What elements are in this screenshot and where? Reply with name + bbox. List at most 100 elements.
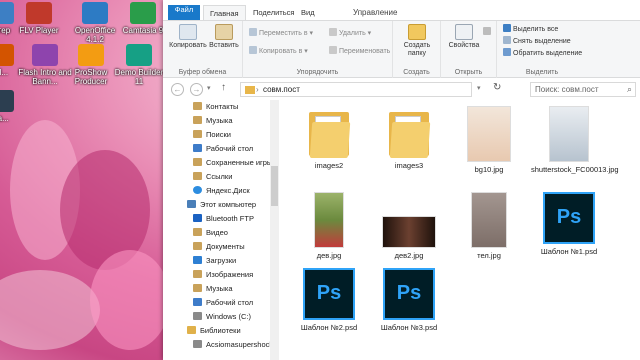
move-to-button[interactable]: Переместить в ▾ bbox=[249, 28, 313, 38]
nav-item-desktop-2[interactable]: Рабочий стол bbox=[193, 296, 253, 309]
file-list: images2 images3 bg10.jpg shutterstock_FC… bbox=[281, 100, 640, 360]
desktop-icon-camtasia[interactable]: Camtasia 9 bbox=[116, 2, 170, 35]
copy-to-button[interactable]: Копировать в ▾ bbox=[249, 46, 308, 56]
properties-label: Свойства bbox=[448, 42, 480, 49]
nav-item-yandex-disk[interactable]: Яндекс.Диск bbox=[193, 184, 250, 197]
nav-item-label: Поиски bbox=[206, 130, 231, 139]
file-item-psd[interactable]: Ps Шаблон №3.psd bbox=[371, 268, 447, 332]
select-all-button[interactable]: Выделить все bbox=[503, 24, 558, 34]
nav-item-pictures[interactable]: Изображения bbox=[193, 268, 253, 281]
paste-icon bbox=[215, 24, 233, 40]
rename-button[interactable]: Переименовать bbox=[329, 46, 390, 56]
tab-view[interactable]: Вид bbox=[295, 5, 321, 20]
nav-item-acsioma[interactable]: Acsiomasupershock bbox=[193, 338, 273, 351]
image-thumbnail bbox=[467, 106, 511, 162]
searches-folder-icon bbox=[193, 130, 202, 138]
tab-home[interactable]: Главная bbox=[203, 5, 246, 20]
nav-item-this-pc[interactable]: Этот компьютер bbox=[187, 198, 256, 211]
nav-item-saved-games[interactable]: Сохраненные игры bbox=[193, 156, 272, 169]
new-folder-button[interactable]: Создать папку bbox=[397, 24, 437, 58]
camtasia-icon bbox=[130, 2, 156, 24]
file-item-folder[interactable]: images2 bbox=[291, 106, 367, 170]
open-options-button[interactable] bbox=[483, 27, 493, 37]
nav-item-music-2[interactable]: Музыка bbox=[193, 282, 233, 295]
address-history-dropdown[interactable]: ▾ bbox=[477, 84, 481, 92]
desktop-icon-openoffice[interactable]: OpenOffice 4.1.2 bbox=[68, 2, 122, 44]
nav-item-libraries[interactable]: Библиотеки bbox=[187, 324, 241, 337]
file-item-psd[interactable]: Ps Шаблон №1.psd bbox=[531, 192, 607, 256]
nav-item-documents[interactable]: Документы bbox=[193, 240, 245, 253]
forward-button[interactable]: → bbox=[190, 83, 203, 96]
folder-icon bbox=[245, 86, 255, 94]
select-none-icon bbox=[503, 36, 511, 44]
file-item-image[interactable]: тел.jpg bbox=[451, 192, 527, 260]
select-none-button[interactable]: Снять выделение bbox=[503, 36, 571, 46]
file-item-image[interactable]: дев.jpg bbox=[291, 192, 367, 260]
file-item-folder[interactable]: images3 bbox=[371, 106, 447, 170]
tab-file[interactable]: Файл bbox=[168, 5, 200, 20]
file-item-image[interactable]: дев2.jpg bbox=[371, 216, 447, 260]
nav-item-desktop[interactable]: Рабочий стол bbox=[193, 142, 253, 155]
select-all-label: Выделить все bbox=[513, 26, 559, 33]
nav-item-searches[interactable]: Поиски bbox=[193, 128, 231, 141]
nav-item-label: Контакты bbox=[206, 102, 239, 111]
desktop-icon-label: Demo Builder 11 bbox=[114, 68, 164, 86]
nav-item-music[interactable]: Музыка bbox=[193, 114, 233, 127]
desktop-icon-label: ютер bbox=[0, 26, 11, 35]
nav-item-links[interactable]: Ссылки bbox=[193, 170, 232, 183]
proshow-icon bbox=[78, 44, 104, 66]
file-name: shutterstock_FC00013.jpg bbox=[531, 165, 619, 174]
new-folder-icon bbox=[408, 24, 426, 40]
up-button[interactable]: ↑ bbox=[221, 82, 226, 93]
saved-games-folder-icon bbox=[193, 158, 202, 166]
breadcrumb-current[interactable]: совм.пост bbox=[263, 85, 300, 94]
file-name: дев.jpg bbox=[316, 251, 342, 260]
ribbon: Копировать Вставить Буфер обмена Перемес… bbox=[163, 20, 640, 78]
nav-item-label: Этот компьютер bbox=[200, 200, 257, 209]
nav-item-windows-c[interactable]: Windows (C:) bbox=[193, 310, 251, 323]
desktop-icon-ra[interactable]: ра... bbox=[0, 90, 28, 123]
paste-button[interactable]: Вставить bbox=[209, 24, 239, 50]
refresh-button[interactable]: ↻ bbox=[493, 82, 501, 93]
folder-icon bbox=[389, 106, 431, 158]
back-button[interactable]: ← bbox=[171, 83, 184, 96]
nav-item-downloads[interactable]: Загрузки bbox=[193, 254, 236, 267]
properties-button[interactable]: Свойства bbox=[447, 24, 481, 50]
nav-item-bluetooth-ftp[interactable]: Bluetooth FTP bbox=[193, 212, 254, 225]
desktop-icon-proshow[interactable]: ProShow Producer bbox=[64, 44, 118, 86]
delete-button[interactable]: Удалить ▾ bbox=[329, 28, 371, 38]
scrollbar-thumb[interactable] bbox=[271, 166, 278, 206]
forward-arrow-icon: → bbox=[192, 85, 201, 94]
file-item-image[interactable]: bg10.jpg bbox=[451, 106, 527, 174]
nav-item-label: Загрузки bbox=[206, 256, 237, 265]
navigation-scrollbar[interactable] bbox=[270, 100, 279, 360]
nav-item-label: Библиотеки bbox=[200, 326, 241, 335]
nav-item-label: Изображения bbox=[206, 270, 254, 279]
file-item-image[interactable]: shutterstock_FC00013.jpg bbox=[531, 106, 619, 174]
nav-item-video[interactable]: Видео bbox=[193, 226, 228, 239]
address-bar-row: ← → ▾ ↑ › совм.пост ▾ ↻ Поиск: совм.пост… bbox=[163, 79, 640, 99]
group-name: Упорядочить bbox=[296, 69, 339, 76]
computer-icon bbox=[187, 200, 196, 208]
ribbon-group-select: Выделить все Снять выделение Обратить вы… bbox=[497, 21, 587, 78]
file-item-psd[interactable]: Ps Шаблон №2.psd bbox=[291, 268, 367, 332]
copy-button[interactable]: Копировать bbox=[169, 24, 207, 50]
contacts-folder-icon bbox=[193, 102, 202, 110]
video-folder-icon bbox=[193, 228, 202, 236]
nav-item-label: Сохраненные игры bbox=[206, 158, 273, 167]
desktop-icon-demo-builder[interactable]: Demo Builder 11 bbox=[112, 44, 166, 86]
nav-item-contacts[interactable]: Контакты bbox=[193, 100, 238, 113]
search-input[interactable]: Поиск: совм.пост ⌕ bbox=[530, 82, 636, 97]
desktop-icon-label: Cl... bbox=[0, 68, 9, 77]
recent-locations-dropdown[interactable]: ▾ bbox=[207, 84, 211, 92]
tab-share[interactable]: Поделиться bbox=[247, 5, 300, 20]
chevron-down-icon: ▾ bbox=[207, 85, 211, 92]
refresh-icon: ↻ bbox=[493, 82, 502, 93]
downloads-folder-icon bbox=[193, 256, 202, 264]
desktop-icon-computer[interactable]: ютер bbox=[0, 2, 28, 35]
rename-icon bbox=[329, 46, 337, 54]
up-arrow-icon: ↑ bbox=[221, 82, 226, 93]
address-field[interactable]: › совм.пост bbox=[240, 82, 472, 97]
invert-selection-button[interactable]: Обратить выделение bbox=[503, 48, 582, 58]
desktop-icon-cl[interactable]: Cl... bbox=[0, 44, 28, 77]
